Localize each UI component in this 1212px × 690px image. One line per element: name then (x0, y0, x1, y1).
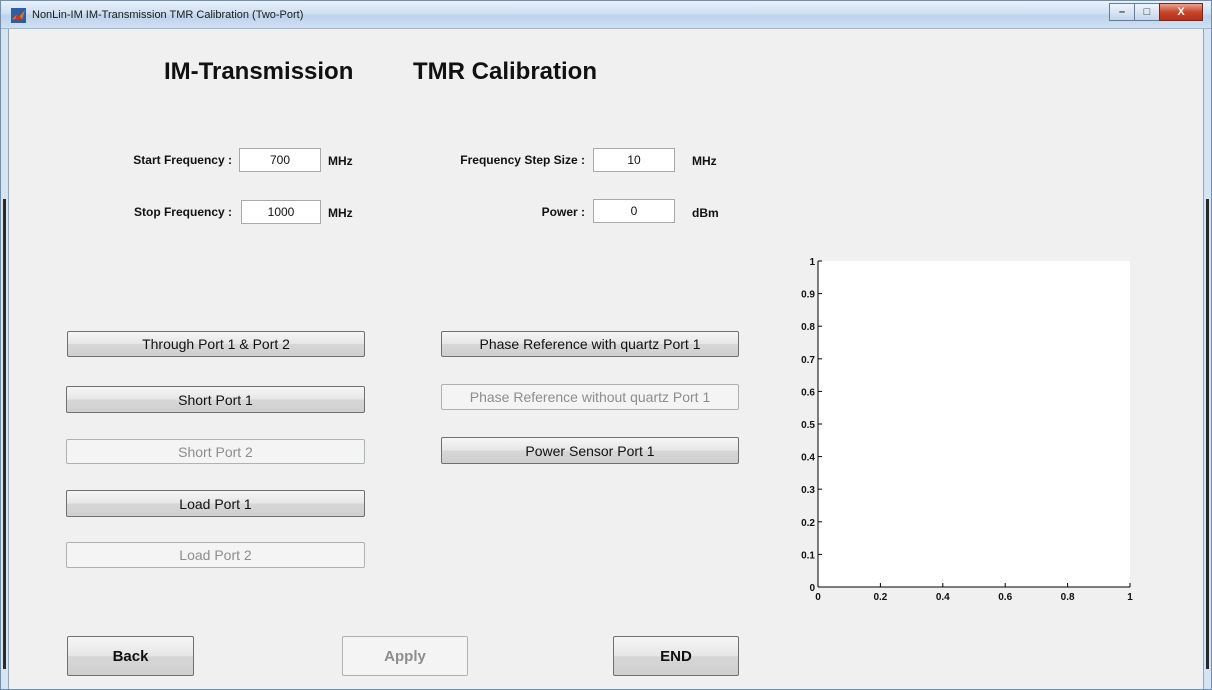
window-title: NonLin-IM IM-Transmission TMR Calibratio… (32, 9, 304, 21)
matlab-logo-icon (11, 8, 26, 23)
back-button[interactable]: Back (67, 636, 194, 676)
page-title-right: TMR Calibration (413, 58, 597, 85)
x-tick-label: 0 (815, 592, 821, 602)
start-frequency-unit: MHz (328, 154, 353, 168)
window-frame-right (1203, 29, 1211, 689)
x-tick-label: 0.8 (1061, 592, 1075, 602)
stop-frequency-unit: MHz (328, 206, 353, 220)
power-label: Power : (541, 205, 585, 219)
y-tick-label: 0.6 (801, 387, 815, 398)
title-bar[interactable]: NonLin-IM IM-Transmission TMR Calibratio… (1, 1, 1211, 29)
apply-button[interactable]: Apply (342, 636, 468, 676)
calibration-plot: 00.10.20.30.40.50.60.70.80.910 0.2 0.4 0.6 0… (801, 257, 1133, 602)
y-tick-label: 0.5 (801, 420, 815, 431)
y-tick-label: 0.4 (801, 453, 815, 464)
load-port1-button[interactable]: Load Port 1 (66, 490, 365, 517)
load-port2-button[interactable]: Load Port 2 (66, 542, 365, 568)
x-tick-label: 0.4 (936, 592, 950, 602)
window-frame-left (1, 29, 9, 689)
y-tick-label: 0.2 (801, 518, 815, 529)
plot-area (818, 261, 1130, 587)
power-sensor-port1-button[interactable]: Power Sensor Port 1 (441, 437, 739, 464)
end-button[interactable]: END (613, 636, 739, 676)
y-tick-label: 0.3 (801, 485, 815, 496)
start-frequency-label: Start Frequency : (133, 153, 232, 167)
x-tick-label: 0.6 (998, 592, 1012, 602)
y-tick-label: 0.1 (801, 550, 815, 561)
through-port1-port2-button[interactable]: Through Port 1 & Port 2 (67, 331, 365, 357)
stop-frequency-label: Stop Frequency : (133, 205, 232, 219)
start-frequency-input[interactable] (239, 148, 321, 172)
y-tick-label: 0.7 (801, 355, 815, 366)
short-port2-button[interactable]: Short Port 2 (66, 439, 365, 464)
short-port1-button[interactable]: Short Port 1 (66, 386, 365, 413)
y-tick-label: 0.9 (801, 290, 815, 301)
close-icon: X (1177, 6, 1185, 18)
step-size-label: Frequency Step Size : (460, 153, 585, 167)
page-title-left: IM-Transmission (164, 58, 354, 85)
y-tick-label: 0.8 (801, 322, 815, 333)
step-size-input[interactable] (593, 148, 675, 172)
power-unit: dBm (692, 206, 719, 220)
step-size-unit: MHz (692, 154, 717, 168)
phase-reference-with-quartz-button[interactable]: Phase Reference with quartz Port 1 (441, 331, 739, 357)
window-controls: – □ X (1109, 3, 1203, 21)
maximize-icon: □ (1143, 6, 1151, 18)
x-tick-label: 0.2 (873, 592, 887, 602)
stop-frequency-input[interactable] (241, 200, 321, 224)
phase-reference-without-quartz-button[interactable]: Phase Reference without quartz Port 1 (441, 384, 739, 410)
y-tick-label: 1 (809, 257, 815, 268)
power-input[interactable] (593, 199, 675, 223)
minimize-button[interactable]: – (1109, 3, 1135, 21)
x-tick-label: 1 (1127, 592, 1133, 602)
maximize-button[interactable]: □ (1134, 3, 1160, 21)
minimize-icon: – (1118, 6, 1126, 18)
close-button[interactable]: X (1159, 3, 1203, 21)
